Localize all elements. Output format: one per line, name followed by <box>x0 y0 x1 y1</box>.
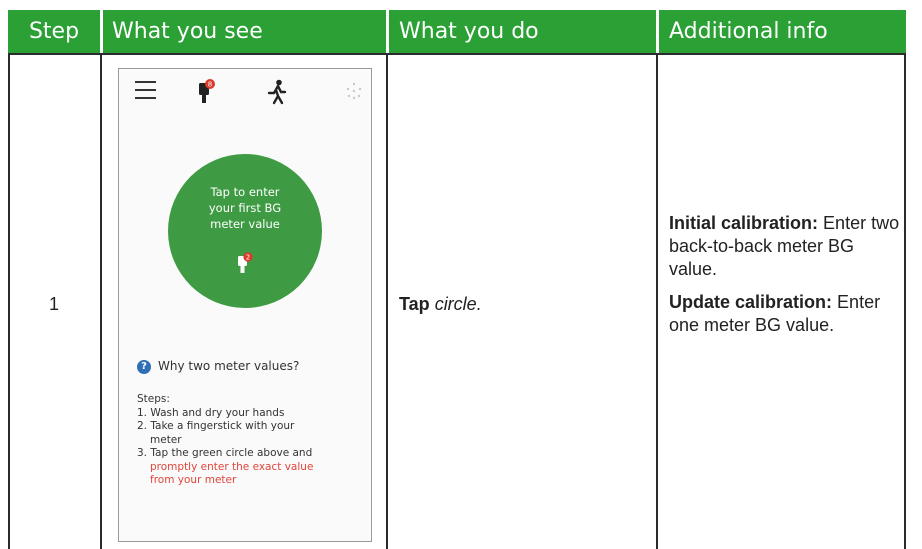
why-text: Why two meter values? <box>158 359 300 373</box>
meter-icon: 8 <box>197 79 217 110</box>
running-person-icon <box>266 79 288 111</box>
column-divider <box>386 53 388 549</box>
app-screenshot: 8 Tap to enter your first BG meter value <box>118 68 372 542</box>
header-divider <box>8 53 906 55</box>
additional-info: Initial calibration: Enter two back-to-b… <box>669 212 901 347</box>
why-two-meter-values-link[interactable]: ? Why two meter values? <box>137 359 299 374</box>
menu-icon <box>135 81 156 105</box>
header-what-you-see: What you see <box>103 10 386 53</box>
table-border-right <box>904 53 906 549</box>
steps-title: Steps: <box>137 393 170 405</box>
sensor-dots-icon <box>344 81 364 106</box>
step-1: 1. Wash and dry your hands <box>137 406 285 419</box>
header-additional-info: Additional info <box>659 10 906 53</box>
column-divider <box>656 53 658 549</box>
meter-badge: 8 <box>208 81 212 89</box>
circle-label: Tap to enter your first BG meter value <box>208 185 282 231</box>
circle-badge: 2 <box>246 253 250 261</box>
step-3-warning: from your meter <box>150 474 237 486</box>
enter-bg-circle-button[interactable]: Tap to enter your first BG meter value 2 <box>168 154 322 308</box>
help-icon: ? <box>137 359 151 374</box>
initial-calibration-note: Initial calibration: Enter two back-to-b… <box>669 213 900 279</box>
steps-list: Steps: 1. Wash and dry your hands 2. Tak… <box>137 393 367 488</box>
update-calibration-note: Update calibration: Enter one meter BG v… <box>669 292 881 335</box>
step-number: 1 <box>48 294 59 314</box>
meter-icon: 2 <box>236 252 254 281</box>
header-what-you-do: What you do <box>389 10 656 53</box>
step-2-cont: meter <box>150 433 182 446</box>
step-3: 3. Tap the green circle above and <box>137 447 313 459</box>
step-2: 2. Take a fingerstick with your <box>137 420 295 432</box>
header-step: Step <box>8 10 100 53</box>
app-top-bar: 8 <box>119 69 371 113</box>
step-3-warning: promptly enter the exact value <box>150 460 314 473</box>
column-divider <box>100 53 102 549</box>
action-text: Tap circle. <box>399 294 482 314</box>
